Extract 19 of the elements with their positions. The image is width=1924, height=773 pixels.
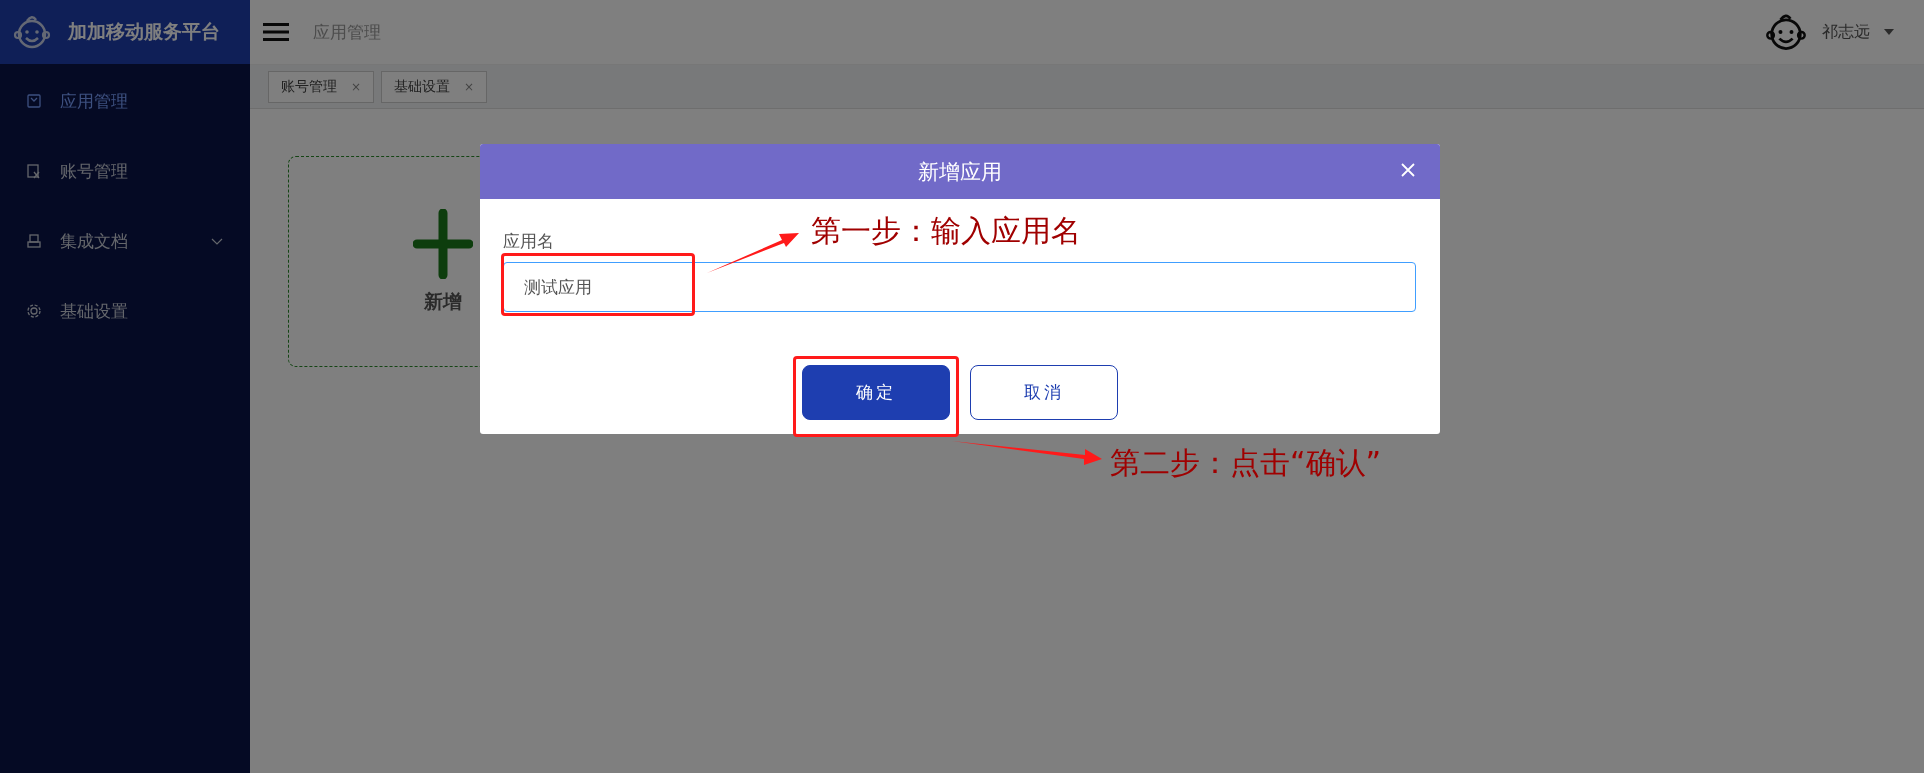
sidebar-item[interactable]: 集成文档 [0, 206, 250, 276]
close-icon[interactable]: × [464, 79, 475, 94]
close-icon[interactable] [1400, 162, 1416, 178]
plus-icon [413, 208, 473, 279]
page-tab[interactable]: 基础设置 × [381, 70, 488, 103]
dialog-title: 新增应用 [918, 158, 1002, 186]
page-tab[interactable]: 账号管理 × [268, 70, 375, 103]
field-label: 应用名 [503, 230, 554, 253]
close-icon[interactable]: × [351, 79, 362, 94]
sidebar-item[interactable]: 基础设置 [0, 276, 250, 346]
confirm-button[interactable]: 确定 [801, 365, 950, 420]
sidebar-item[interactable]: 账号管理 [0, 136, 250, 206]
cancel-button[interactable]: 取消 [969, 365, 1118, 420]
sidebar-item[interactable]: 应用管理 [0, 66, 250, 136]
user-name[interactable]: 祁志远 [1822, 21, 1870, 43]
annotation-text: 第一步：输入应用名 [811, 214, 1081, 247]
caret-icon[interactable] [1884, 29, 1894, 35]
annotation-text: 第二步：点击“确认” [1110, 446, 1382, 479]
app-title: 加加移动服务平台 [68, 19, 220, 44]
